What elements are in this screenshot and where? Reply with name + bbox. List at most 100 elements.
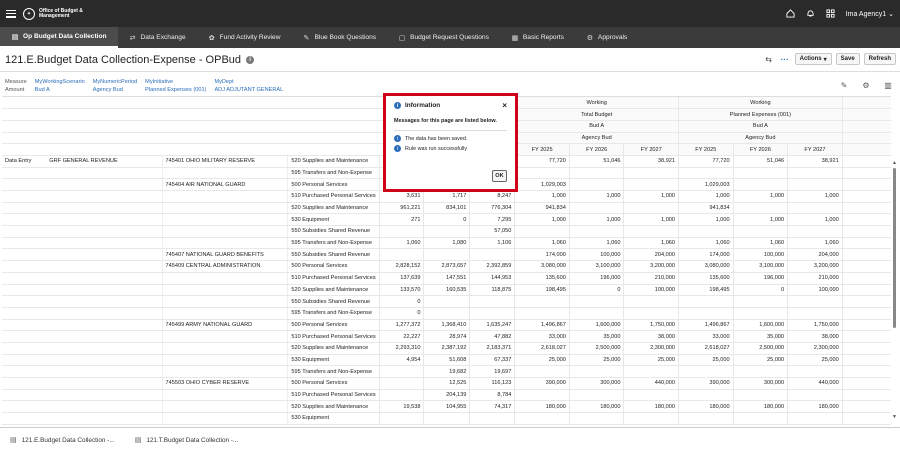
data-cell[interactable] [678,307,734,320]
home-icon[interactable] [786,9,796,19]
data-cell[interactable]: 3,080,000 [514,260,570,273]
data-cell[interactable]: 1,000 [514,190,570,203]
data-cell[interactable] [568,365,624,378]
scroll-thumb[interactable] [893,168,896,328]
data-cell[interactable] [732,389,788,402]
data-cell[interactable]: 38,921 [787,155,843,168]
data-cell[interactable]: 100,000 [732,248,788,262]
data-cell[interactable] [678,365,734,378]
data-cell[interactable] [623,202,679,215]
more-options-icon[interactable]: ··· [779,53,791,65]
data-cell[interactable] [732,178,788,191]
data-cell[interactable] [623,225,679,238]
tab-blue-book-questions[interactable]: ✎ Blue Book Questions [291,27,387,48]
data-cell[interactable]: 2,500,000 [568,342,624,355]
data-cell[interactable]: 1,000 [787,213,843,227]
data-cell[interactable]: 1,060 [568,237,624,250]
data-cell[interactable] [787,167,843,180]
vertical-scrollbar[interactable]: ▲ ▼ [892,160,897,420]
data-cell[interactable] [514,389,570,402]
data-cell[interactable]: 1,000 [678,190,734,203]
data-cell[interactable]: 38,921 [623,155,679,168]
data-cell[interactable] [732,307,788,320]
data-cell[interactable] [787,389,843,402]
data-cell[interactable]: 51,046 [732,155,788,168]
data-cell[interactable]: 25,000 [623,354,679,367]
data-cell[interactable]: 1,600,000 [568,319,624,332]
data-cell[interactable]: 51,046 [568,155,624,168]
data-cell[interactable]: 2,300,000 [787,342,843,355]
scroll-down-icon[interactable]: ▼ [892,414,897,420]
tab-data-exchange[interactable]: ⇄ Data Exchange [118,27,197,48]
data-cell[interactable]: 0 [568,284,624,297]
data-cell[interactable] [678,389,734,402]
data-cell[interactable] [623,365,679,378]
data-cell[interactable]: 440,000 [623,377,679,390]
edit-pencil-icon[interactable]: ✎ [838,79,850,91]
data-cell[interactable]: 38,000 [787,330,843,343]
data-cell[interactable] [732,365,788,378]
data-cell[interactable] [514,307,570,320]
data-cell[interactable]: 35,000 [732,330,788,343]
data-cell[interactable]: 180,000 [678,400,734,414]
data-cell[interactable] [678,225,734,238]
apps-grid-icon[interactable] [826,9,836,19]
data-cell[interactable]: 100,000 [568,248,624,262]
data-cell[interactable]: 1,060 [678,237,734,250]
close-icon[interactable]: × [502,101,507,110]
user-menu[interactable]: Ima Agency1 ⌄ [846,10,894,18]
data-cell[interactable]: 25,000 [678,354,734,367]
data-cell[interactable]: 180,000 [623,400,679,414]
ok-button[interactable]: OK [492,170,507,182]
data-cell[interactable]: 1,060 [623,237,679,250]
data-cell[interactable]: 1,060 [732,237,788,250]
tab-budget-request-questions[interactable]: ▢ Budget Request Questions [387,27,500,48]
data-cell[interactable]: 1,000 [732,190,788,203]
data-cell[interactable] [514,225,570,238]
data-cell[interactable]: 390,000 [678,377,734,390]
data-cell[interactable] [514,295,570,308]
data-cell[interactable]: 38,000 [623,330,679,343]
data-cell[interactable]: 2,618,027 [678,342,734,355]
tab-op-budget-data-collection[interactable]: ▤ Op Budget Data Collection [0,27,118,48]
data-cell[interactable] [568,412,624,425]
data-cell[interactable] [787,307,843,320]
data-cell[interactable] [514,365,570,378]
data-cell[interactable]: 33,000 [514,330,570,343]
data-cell[interactable]: 25,000 [514,354,570,367]
data-cell[interactable]: 204,000 [787,248,843,262]
data-cell[interactable] [732,202,788,215]
data-cell[interactable]: 1,000 [514,213,570,227]
data-cell[interactable]: 180,000 [514,400,570,414]
data-cell[interactable] [568,389,624,402]
data-cell[interactable] [514,412,570,425]
data-cell[interactable]: 25,000 [787,354,843,367]
data-cell[interactable]: 1,000 [568,213,624,227]
data-cell[interactable]: 3,200,000 [623,260,679,273]
data-cell[interactable] [568,225,624,238]
pov-item-dept[interactable]: MyDept ADJ ADJUTANT GENERAL [214,78,283,94]
data-cell[interactable]: 390,000 [514,377,570,390]
data-cell[interactable]: 100,000 [787,284,843,297]
data-cell[interactable] [732,167,788,180]
data-cell[interactable] [623,307,679,320]
data-cell[interactable] [732,412,788,425]
data-cell[interactable]: 2,300,000 [623,342,679,355]
settings-gear-icon[interactable]: ⚙ [860,79,872,91]
data-cell[interactable]: 25,000 [732,354,788,367]
bottom-tab-transfer[interactable]: ▤ 121.T.Budget Data Collection -... [125,428,249,452]
data-cell[interactable]: 198,495 [514,284,570,297]
data-cell[interactable] [514,167,570,180]
data-cell[interactable] [568,167,624,180]
data-cell[interactable]: 1,000 [623,213,679,227]
data-cell[interactable]: 196,000 [732,272,788,285]
data-cell[interactable]: 174,000 [678,248,734,262]
data-cell[interactable] [787,295,843,308]
data-cell[interactable]: 300,000 [732,377,788,390]
data-cell[interactable]: 135,600 [678,272,734,285]
form-toggle-icon[interactable]: ⇆ [763,53,775,65]
data-cell[interactable] [787,202,843,215]
data-cell[interactable] [732,225,788,238]
data-cell[interactable] [678,295,734,308]
data-cell[interactable]: 180,000 [732,400,788,414]
